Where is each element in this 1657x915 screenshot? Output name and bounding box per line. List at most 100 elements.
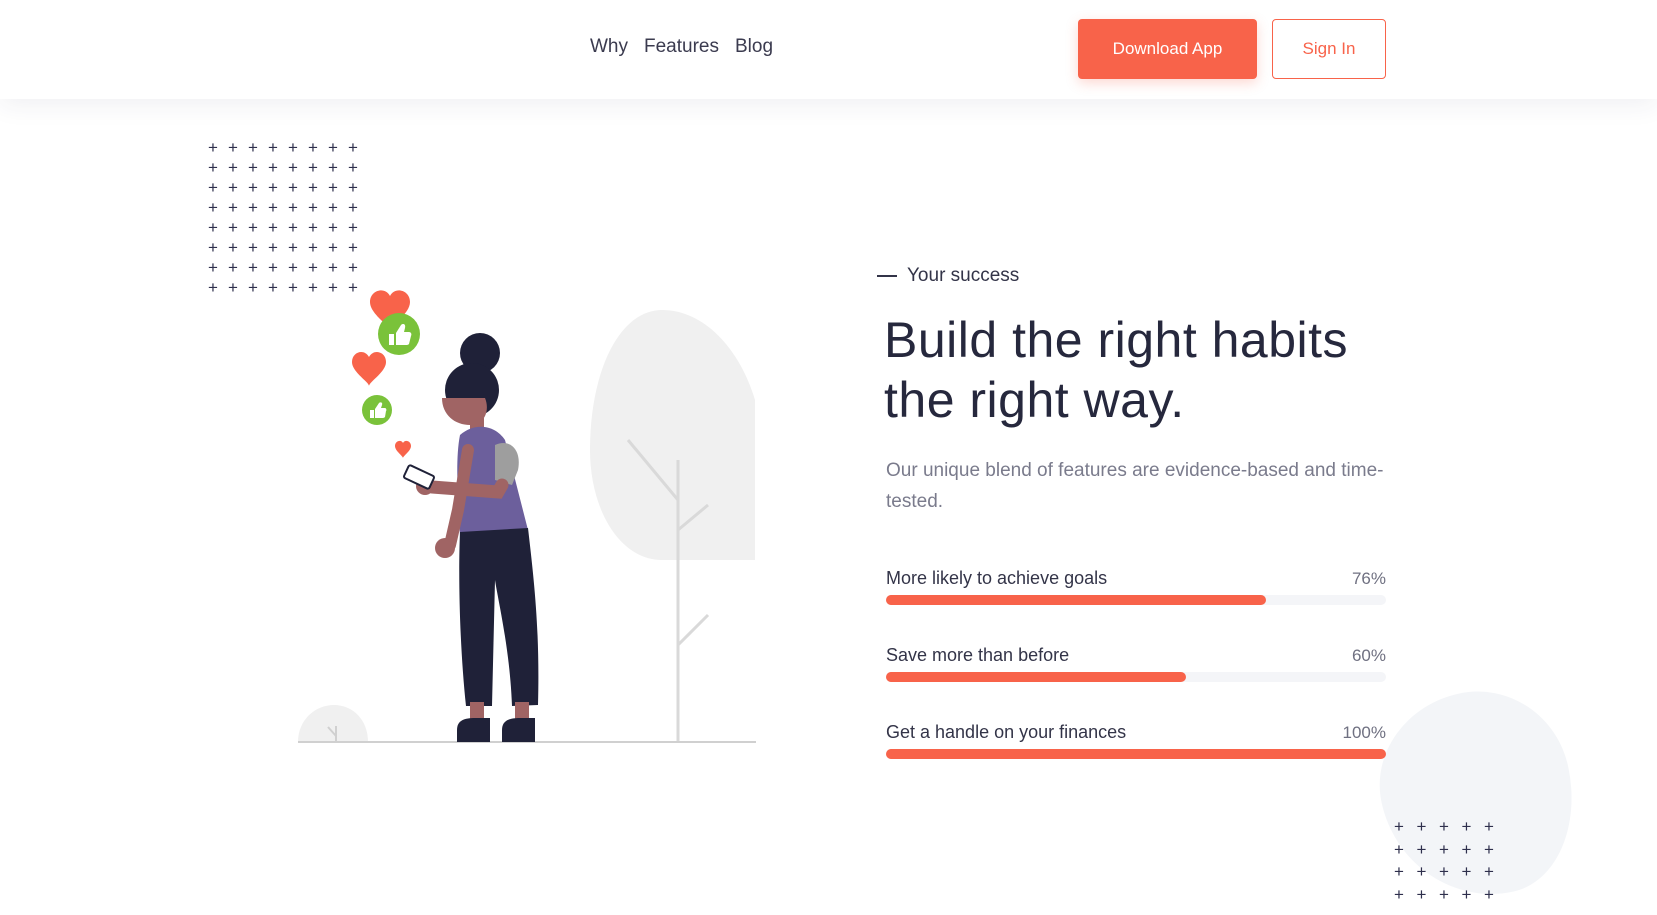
- plus-mark: +: [288, 138, 298, 157]
- eyebrow-text: Your success: [907, 265, 1020, 286]
- plus-mark: +: [288, 178, 298, 197]
- site-header: Why Features Blog Download App Sign In: [0, 0, 1657, 99]
- progress-value: 60%: [1351, 646, 1386, 665]
- plus-mark: +: [1439, 884, 1449, 904]
- progress-item: More likely to achieve goals 76%: [886, 568, 1386, 605]
- plus-mark: +: [1461, 862, 1472, 881]
- plus-mark: +: [1416, 862, 1427, 881]
- eyebrow-dash: [877, 275, 897, 277]
- plus-mark: +: [348, 178, 358, 197]
- plus-mark: +: [308, 138, 318, 157]
- progress-item: Save more than before 60%: [886, 645, 1386, 682]
- plus-mark: +: [1416, 817, 1427, 836]
- progress-value: 76%: [1351, 569, 1386, 588]
- plus-mark: +: [1439, 839, 1449, 859]
- person-illustration: [403, 333, 539, 742]
- plus-mark: +: [288, 198, 298, 217]
- plus-mark: +: [308, 198, 318, 217]
- progress-list: More likely to achieve goals 76% Save mo…: [886, 568, 1386, 799]
- plus-mark: +: [328, 218, 338, 237]
- plus-mark: +: [348, 158, 358, 177]
- nav-link-features[interactable]: Features: [644, 36, 719, 58]
- plus-mark: +: [348, 198, 358, 217]
- plus-mark: +: [268, 238, 278, 257]
- plus-mark: +: [228, 138, 238, 157]
- plus-mark: +: [268, 178, 278, 197]
- plus-mark: +: [228, 178, 238, 197]
- download-app-button[interactable]: Download App: [1078, 19, 1257, 79]
- plus-mark: +: [248, 198, 258, 217]
- plus-mark: +: [268, 158, 278, 177]
- plus-mark: +: [1439, 862, 1449, 881]
- plus-mark: +: [288, 218, 298, 237]
- nav-link-why[interactable]: Why: [590, 36, 628, 58]
- plus-mark: +: [1394, 817, 1404, 836]
- plus-mark: +: [208, 238, 218, 257]
- plus-mark: +: [308, 218, 318, 237]
- progress-label: Save more than before: [886, 645, 1070, 665]
- plus-mark: +: [1439, 817, 1449, 836]
- plus-mark: +: [248, 138, 258, 157]
- plus-mark: +: [308, 158, 318, 177]
- sign-in-button[interactable]: Sign In: [1272, 19, 1386, 79]
- plus-mark: +: [228, 238, 238, 257]
- plus-mark: +: [208, 278, 218, 297]
- progress-track: [886, 749, 1386, 759]
- plus-mark: +: [328, 158, 338, 177]
- progress-label: More likely to achieve goals: [886, 568, 1108, 588]
- plus-mark: +: [1484, 817, 1494, 836]
- main-nav: Why Features Blog: [590, 36, 773, 58]
- plus-mark: +: [1416, 884, 1427, 904]
- plus-mark: +: [248, 158, 258, 177]
- plus-mark: +: [208, 138, 218, 157]
- plus-mark: +: [268, 218, 278, 237]
- progress-fill: [886, 749, 1386, 759]
- plus-mark: +: [288, 158, 298, 177]
- plus-mark: +: [208, 178, 218, 197]
- plus-mark: +: [328, 198, 338, 217]
- progress-fill: [886, 595, 1266, 605]
- plus-mark: +: [1461, 839, 1472, 859]
- progress-label: Get a handle on your finances: [886, 722, 1127, 742]
- plus-mark: +: [348, 218, 358, 237]
- tree-illustration: [590, 310, 755, 742]
- plus-mark: +: [308, 178, 318, 197]
- plus-mark: +: [248, 178, 258, 197]
- plus-mark: +: [228, 158, 238, 177]
- plus-mark: +: [1461, 884, 1472, 904]
- plus-mark: +: [208, 158, 218, 177]
- plus-mark: +: [268, 198, 278, 217]
- plus-mark: +: [248, 238, 258, 257]
- nav-link-blog[interactable]: Blog: [735, 36, 773, 58]
- plus-mark: +: [208, 198, 218, 217]
- hero-headline: Build the right habits the right way.: [884, 310, 1404, 430]
- plus-mark: +: [1394, 884, 1404, 904]
- bush-illustration: [298, 705, 368, 742]
- woman-with-phone-illustration: [298, 290, 756, 743]
- progress-track: [886, 595, 1386, 605]
- plus-mark: +: [248, 278, 258, 297]
- plus-mark: +: [348, 138, 358, 157]
- plus-mark: +: [208, 258, 218, 277]
- progress-item: Get a handle on your finances 100%: [886, 722, 1386, 759]
- section-eyebrow: Your success: [877, 265, 1019, 287]
- hero-description: Our unique blend of features are evidenc…: [886, 460, 1384, 512]
- progress-track: [886, 672, 1386, 682]
- plus-mark: +: [1484, 862, 1494, 881]
- plus-mark: +: [208, 218, 218, 237]
- plus-mark: +: [268, 258, 278, 277]
- plus-mark: +: [228, 218, 238, 237]
- thumbs-up-icon: [378, 313, 420, 355]
- heart-icon: [352, 351, 386, 386]
- plus-mark: +: [1461, 817, 1472, 836]
- plus-mark: +: [248, 258, 258, 277]
- plus-mark: +: [228, 198, 238, 217]
- progress-value: 100%: [1342, 723, 1386, 742]
- plus-mark: +: [1416, 839, 1427, 859]
- thumbs-up-icon: [362, 395, 392, 425]
- plus-mark: +: [1394, 862, 1404, 881]
- plus-mark: +: [228, 258, 238, 277]
- headline-line-2: the right way.: [884, 372, 1185, 428]
- plus-mark: +: [328, 138, 338, 157]
- plus-mark: +: [268, 138, 278, 157]
